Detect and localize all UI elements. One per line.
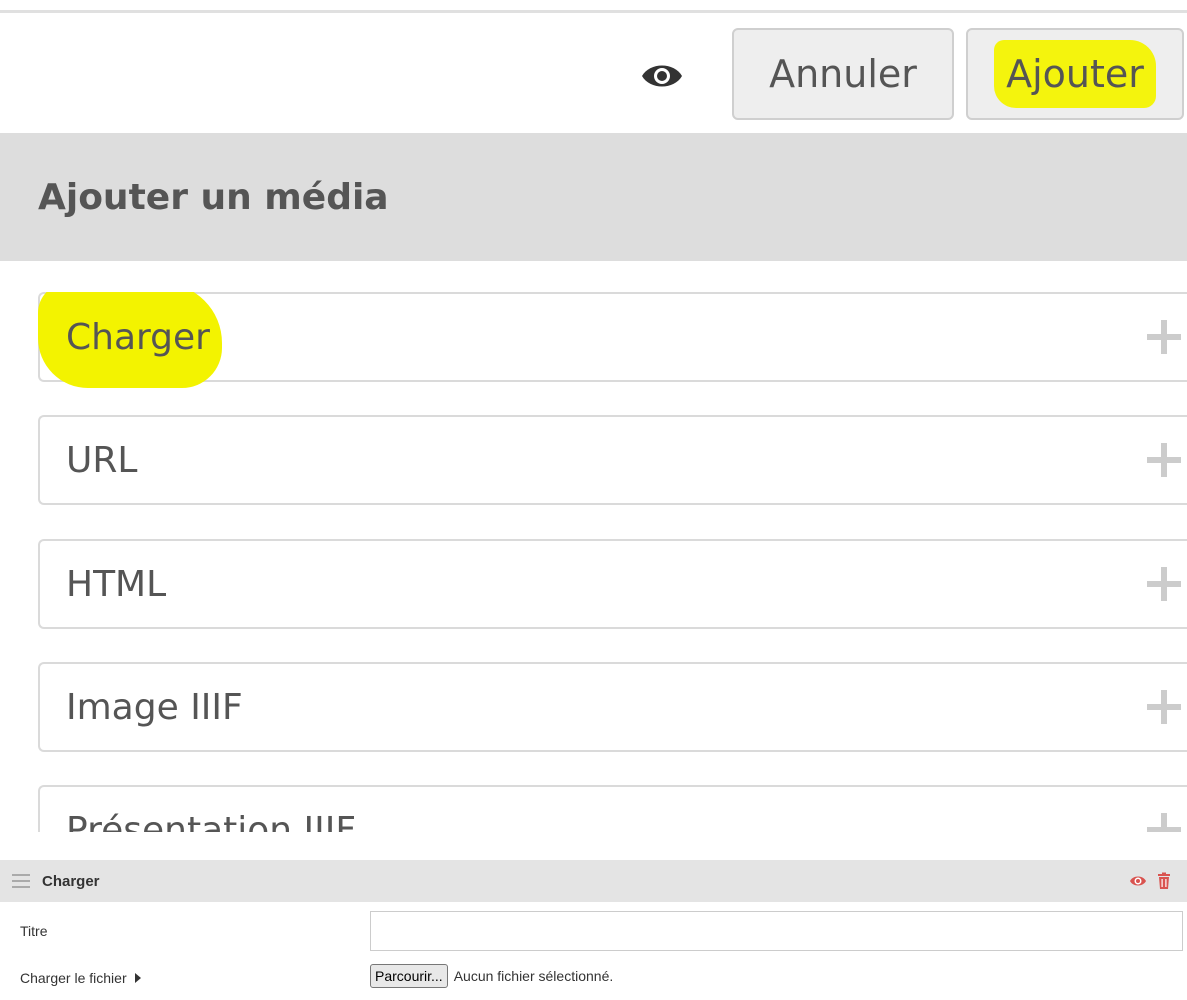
sidebar-title: Ajouter un média: [38, 176, 389, 218]
drag-handle-icon[interactable]: [12, 874, 30, 888]
media-option-charger[interactable]: Charger: [38, 292, 1187, 388]
media-item-header: Charger: [0, 860, 1187, 902]
charger-highlight: Charger: [38, 292, 222, 388]
title-field-row: Titre: [0, 908, 1187, 954]
title-label: Titre: [20, 923, 48, 939]
media-item-actions: [1129, 872, 1173, 890]
media-item-title: Charger: [42, 872, 100, 890]
media-option-html[interactable]: HTML: [38, 539, 1187, 629]
file-label-toggle[interactable]: Charger le fichier: [20, 970, 141, 986]
browse-button[interactable]: Parcourir...: [370, 964, 448, 988]
file-input: Parcourir... Aucun fichier sélectionné.: [370, 964, 613, 988]
plus-icon[interactable]: [1147, 567, 1181, 601]
media-option-label: URL: [66, 439, 138, 481]
preview-eye-icon[interactable]: [640, 58, 684, 94]
caret-right-icon: [134, 973, 141, 983]
media-option-url[interactable]: URL: [38, 415, 1187, 505]
media-option-image-iiif[interactable]: Image IIIF: [38, 662, 1187, 752]
plus-icon[interactable]: [1147, 443, 1181, 477]
file-label: Charger le fichier: [20, 970, 127, 986]
add-button-highlight: Ajouter: [994, 40, 1156, 108]
title-input[interactable]: [370, 911, 1183, 951]
cancel-button[interactable]: Annuler: [732, 28, 954, 120]
add-button[interactable]: Ajouter: [966, 28, 1184, 120]
cancel-button-label: Annuler: [769, 52, 917, 96]
plus-icon[interactable]: [1147, 320, 1181, 354]
media-option-presentation-iiif[interactable]: Présentation IIIF: [38, 785, 1187, 832]
trash-icon[interactable]: [1155, 872, 1173, 890]
media-option-label: HTML: [66, 563, 167, 605]
file-field-row: Charger le fichier Parcourir... Aucun fi…: [0, 960, 1187, 996]
plus-icon[interactable]: [1147, 813, 1181, 832]
media-option-label: Charger: [66, 316, 210, 358]
sidebar-header: Ajouter un média: [0, 133, 1187, 261]
file-status: Aucun fichier sélectionné.: [453, 968, 614, 984]
plus-icon[interactable]: [1147, 690, 1181, 724]
eye-icon[interactable]: [1129, 872, 1147, 890]
media-type-list: Charger URL HTML Image IIIF Présentation…: [38, 292, 1187, 832]
page-actions: Annuler Ajouter: [0, 28, 1187, 120]
media-option-label: Présentation IIIF: [66, 809, 357, 833]
add-button-label: Ajouter: [1006, 52, 1144, 96]
media-option-label: Image IIIF: [66, 686, 243, 728]
top-divider: [0, 10, 1187, 13]
